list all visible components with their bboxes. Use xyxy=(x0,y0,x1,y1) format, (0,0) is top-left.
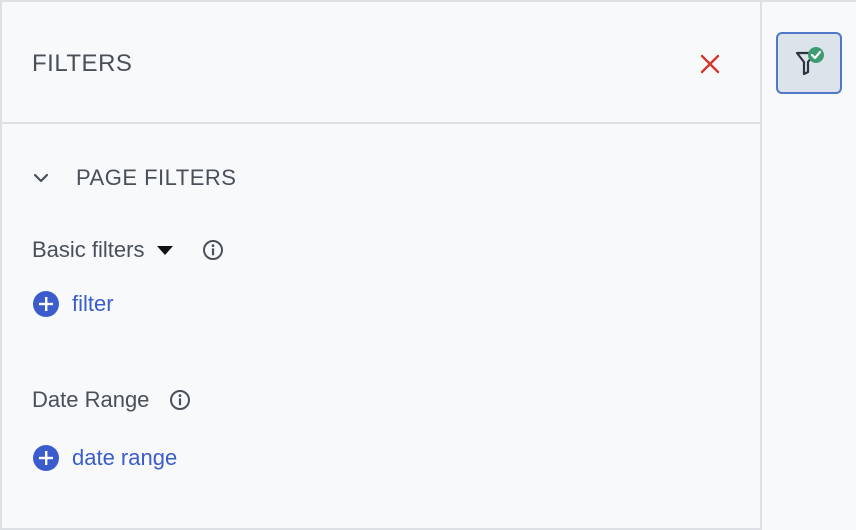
date-range-label: Date Range xyxy=(32,387,150,412)
filters-panel-header: FILTERS xyxy=(2,2,760,124)
right-sidebar xyxy=(762,0,856,530)
basic-filters-dropdown-button[interactable] xyxy=(154,239,176,261)
add-date-range-link[interactable]: date range xyxy=(32,442,177,474)
chevron-down-icon xyxy=(32,168,52,188)
basic-filters-label: Basic filters xyxy=(32,237,145,262)
filter-funnel-check-icon xyxy=(795,47,824,76)
close-button[interactable] xyxy=(692,46,728,82)
caret-down-icon xyxy=(157,246,174,255)
add-date-range-label: date range xyxy=(72,445,178,470)
date-range-row: Date Range xyxy=(32,384,191,416)
page-filters-title: PAGE FILTERS xyxy=(76,165,237,190)
add-filter-link[interactable]: filter xyxy=(32,288,114,320)
panel-title: FILTERS xyxy=(32,50,133,77)
plus-circle-icon xyxy=(33,291,59,317)
add-filter-label: filter xyxy=(72,291,114,316)
filters-panel: FILTERS PAGE FILTERS Basic filters filte… xyxy=(0,0,762,530)
close-x-icon xyxy=(700,54,720,74)
info-icon[interactable] xyxy=(202,239,224,261)
basic-filters-row: Basic filters xyxy=(32,234,224,266)
page-filters-toggle[interactable]: PAGE FILTERS xyxy=(32,162,236,194)
info-icon[interactable] xyxy=(169,389,191,411)
plus-circle-icon xyxy=(33,445,59,471)
filter-panel-toggle-button[interactable] xyxy=(776,32,842,94)
